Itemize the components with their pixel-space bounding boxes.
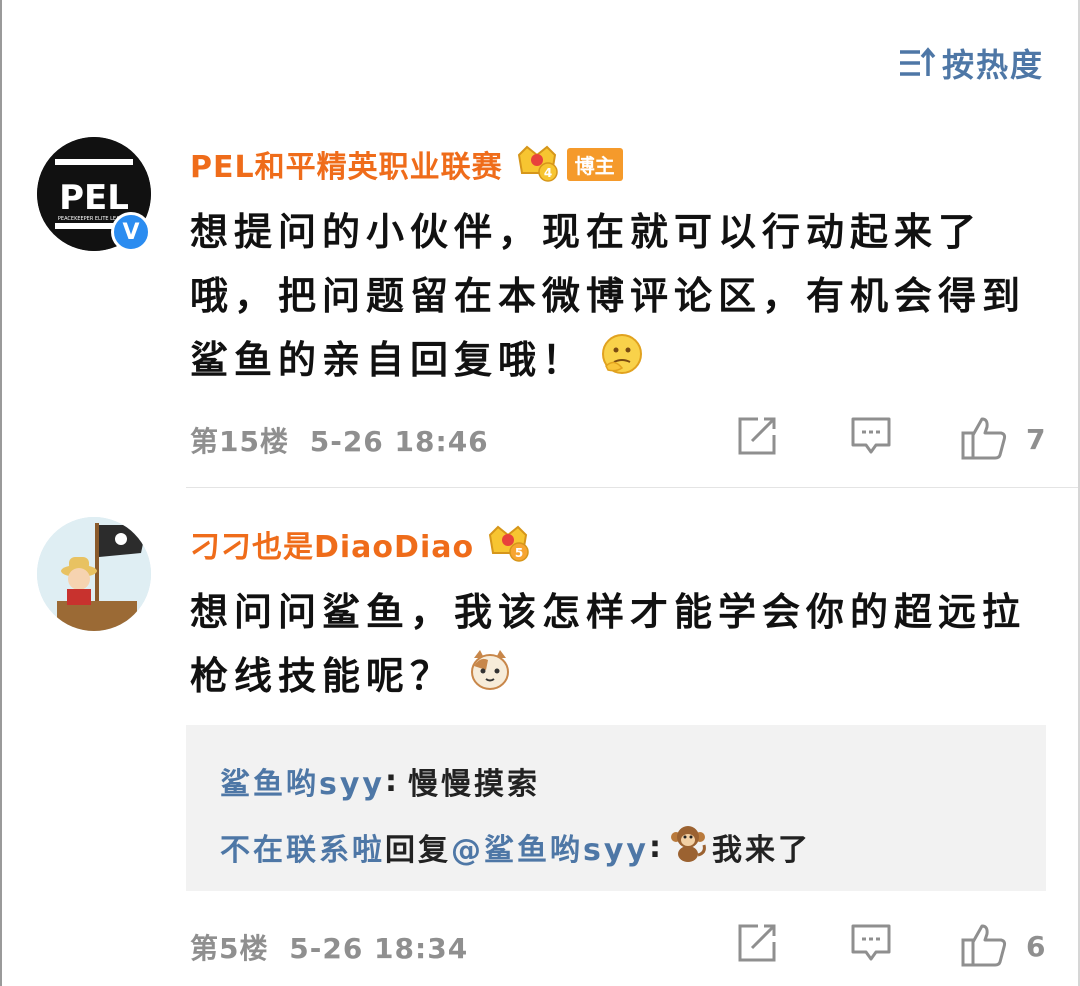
- left-edge: [0, 0, 2, 986]
- reply-text: 我来了: [711, 833, 811, 868]
- comment-header: PEL和平精英职业联赛 4 博主: [190, 140, 623, 188]
- comment-actions: 7: [730, 415, 1050, 465]
- share-icon: [738, 924, 776, 962]
- avatar[interactable]: [37, 517, 151, 631]
- svg-text:PEL: PEL: [59, 178, 129, 218]
- reply-button[interactable]: [850, 922, 892, 968]
- reply-separator: :: [384, 763, 400, 799]
- sort-icon: [899, 47, 936, 76]
- reply-author-link[interactable]: 不在联系啦: [220, 825, 385, 869]
- share-button[interactable]: [736, 922, 778, 968]
- reply-text: 慢慢摸索: [407, 767, 540, 802]
- monkey-icon: [668, 823, 708, 871]
- thumbs-up-icon: [961, 924, 1007, 967]
- reply-author-link[interactable]: 鲨鱼哟syy: [220, 759, 385, 803]
- reply-button[interactable]: [850, 415, 892, 461]
- like-button[interactable]: [960, 922, 1008, 972]
- crown-level-icon[interactable]: 4: [515, 141, 559, 187]
- thumbs-up-icon: [961, 417, 1007, 460]
- svg-text:4: 4: [543, 166, 551, 180]
- username-link[interactable]: PEL和平精英职业联赛: [190, 142, 503, 186]
- comment-actions: 6: [730, 922, 1050, 972]
- verified-icon: V: [111, 212, 151, 252]
- author-badge: 博主: [566, 147, 623, 181]
- comment-meta: 第15楼 5-26 18:46: [190, 420, 489, 460]
- timestamp: 5-26 18:46: [309, 425, 489, 458]
- mention-link[interactable]: @鲨鱼哟syy: [451, 825, 649, 869]
- comment-header: 刁刁也是DiaoDiao 5: [190, 520, 530, 568]
- reply-thread[interactable]: 鲨鱼哟syy : 慢慢摸索 不在联系啦 回复 @鲨鱼哟syy : 我来了: [186, 725, 1046, 891]
- comment-icon: [851, 417, 891, 454]
- reply-word: 回复: [385, 833, 451, 868]
- floor-label: 第5楼: [190, 932, 269, 965]
- reply-separator: :: [648, 829, 664, 865]
- like-button[interactable]: [960, 415, 1008, 465]
- share-icon: [738, 417, 776, 455]
- cat-face-icon: [468, 647, 512, 711]
- share-button[interactable]: [736, 415, 778, 461]
- svg-text:5: 5: [515, 546, 523, 560]
- comment-icon: [851, 924, 891, 961]
- sort-by-hot-button[interactable]: 按热度: [898, 40, 1044, 86]
- sort-label: 按热度: [941, 46, 1044, 84]
- like-count: 7: [1026, 423, 1046, 456]
- comment-body: 想问问鲨鱼，我该怎样才能学会你的超远拉枪线技能呢？: [190, 590, 1027, 698]
- comment-meta: 第5楼 5-26 18:34: [190, 927, 468, 967]
- comment-text: 想问问鲨鱼，我该怎样才能学会你的超远拉枪线技能呢？: [190, 580, 1050, 711]
- reply-item: 鲨鱼哟syy : 慢慢摸索: [220, 759, 540, 803]
- like-count: 6: [1026, 930, 1046, 963]
- comment-divider: [186, 487, 1078, 488]
- crown-level-icon[interactable]: 5: [486, 521, 530, 567]
- comment-list-page: 按热度 PEL PEACEKEEPER ELITE LEAGUE V PEL和平…: [0, 0, 1080, 986]
- pirate-avatar-icon: [37, 517, 151, 631]
- floor-label: 第15楼: [190, 425, 289, 458]
- reply-item: 不在联系啦 回复 @鲨鱼哟syy : 我来了: [220, 823, 811, 871]
- comment-text: 想提问的小伙伴，现在就可以行动起来了哦，把问题留在本微博评论区，有机会得到鲨鱼的…: [190, 200, 1050, 395]
- username-link[interactable]: 刁刁也是DiaoDiao: [190, 522, 474, 566]
- thinking-face-icon: [600, 331, 644, 395]
- timestamp: 5-26 18:34: [289, 932, 469, 965]
